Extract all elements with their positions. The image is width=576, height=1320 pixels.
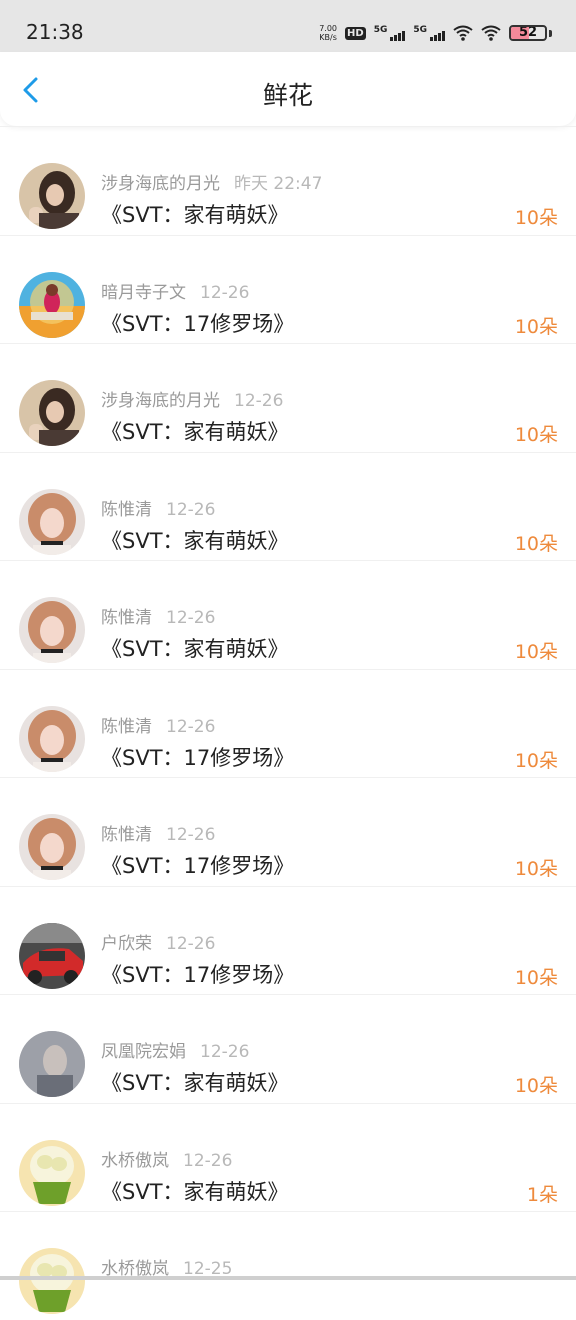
avatar[interactable] [19,1248,85,1314]
username: 陈惟清 12-26 [101,499,216,520]
flower-amount: 10朵 [514,749,558,772]
book-title: 《SVT：17修罗场》 [101,745,295,770]
username: 涉身海底的月光 12-26 [101,391,284,411]
status-icons: 7.00 KB/s HD 5G 5G 52 [319,22,552,44]
username: 户欣荣 12-26 [101,933,216,954]
date: 12-26 [166,933,216,954]
page-header: 鲜花 [0,52,576,126]
flower-amount: 10朵 [514,207,558,229]
date: 昨天 22:47 [234,174,323,194]
book-title: 《SVT：家有萌妖》 [101,637,289,661]
avatar[interactable] [19,488,85,555]
date: 12-26 [166,499,216,520]
avatar[interactable] [19,163,85,229]
book-title: 《SVT：家有萌妖》 [101,203,289,227]
avatar[interactable] [19,271,85,338]
avatar[interactable] [19,1139,85,1206]
flower-amount: 10朵 [514,966,558,989]
list-item[interactable]: 水桥傲岚 12-25 [0,1211,576,1320]
avatar[interactable] [19,814,85,880]
list-item[interactable]: 陈惟清 12-26 《SVT：17修罗场》 10朵 [0,777,576,886]
flower-amount: 10朵 [514,315,558,338]
signal-icon: 5G [374,25,406,41]
signal-label: 5G [373,25,388,35]
list-item[interactable]: 陈惟清 12-26 《SVT：17修罗场》 10朵 [0,668,576,778]
status-time: 21:38 [26,20,84,44]
list-item[interactable]: 陈惟清 12-26 《SVT：家有萌妖》 10朵 [0,560,576,669]
username: 陈惟清 12-26 [101,825,216,845]
flower-amount: 10朵 [514,858,558,880]
page-title: 鲜花 [262,81,313,110]
book-title: 《SVT：17修罗场》 [101,311,295,336]
list-item[interactable]: 暗月寺子文 12-26 《SVT：17修罗场》 10朵 [0,234,576,344]
flower-amount: 1朵 [526,1183,558,1206]
list-item[interactable]: 凤凰院宏娟 12-26 《SVT：家有萌妖》 10朵 [0,994,576,1103]
signal-icon: 5G [413,25,445,41]
network-speed: 7.00 KB/s [319,24,337,42]
username: 涉身海底的月光 昨天 22:47 [101,174,323,194]
book-title: 《SVT：家有萌妖》 [101,528,289,553]
date: 12-26 [200,282,250,303]
username: 陈惟清 12-26 [101,716,216,737]
username: 水桥傲岚 12-26 [101,1150,233,1171]
status-bar: 21:38 7.00 KB/s HD 5G 5G 52 [0,0,576,52]
book-title: 《SVT：家有萌妖》 [101,1071,289,1095]
flower-amount: 10朵 [514,424,558,446]
list-item[interactable]: 户欣荣 12-26 《SVT：17修罗场》 10朵 [0,885,576,995]
net-speed-value: 7.00 [319,24,338,33]
book-title: 《SVT：17修罗场》 [101,854,295,878]
book-title: 《SVT：家有萌妖》 [101,420,289,444]
net-speed-unit: KB/s [319,33,337,42]
list-item[interactable]: 陈惟清 12-26 《SVT：家有萌妖》 10朵 [0,451,576,561]
date: 12-26 [183,1150,233,1171]
avatar[interactable] [19,597,85,663]
avatar[interactable] [19,705,85,772]
flower-amount: 10朵 [514,1075,558,1097]
date: 12-26 [166,608,216,628]
bottom-indicator [0,1276,576,1280]
avatar[interactable] [19,922,85,989]
date: 12-26 [166,825,216,845]
list-item[interactable]: 涉身海底的月光 12-26 《SVT：家有萌妖》 10朵 [0,343,576,452]
flower-amount: 10朵 [514,641,558,663]
list-item[interactable]: 水桥傲岚 12-26 《SVT：家有萌妖》 1朵 [0,1102,576,1212]
date: 12-26 [200,1042,250,1062]
date: 12-26 [234,391,284,411]
date: 12-26 [166,716,216,737]
username: 凤凰院宏娟 12-26 [101,1042,250,1062]
avatar[interactable] [19,380,85,446]
wifi-icon [481,25,501,41]
battery-icon: 52 [509,25,547,41]
username: 暗月寺子文 12-26 [101,282,250,303]
username: 陈惟清 12-26 [101,608,216,628]
hd-icon: HD [345,26,366,40]
wifi-icon [453,25,473,41]
book-title: 《SVT：17修罗场》 [101,962,295,987]
list-item[interactable]: 涉身海底的月光 昨天 22:47 《SVT：家有萌妖》 10朵 [0,126,576,235]
book-title: 《SVT：家有萌妖》 [101,1179,289,1204]
flower-amount: 10朵 [514,532,558,555]
avatar[interactable] [19,1031,85,1097]
flower-list: 涉身海底的月光 昨天 22:47 《SVT：家有萌妖》 10朵 暗月寺子文 12-2… [0,126,576,1320]
signal-label: 5G [413,25,427,35]
battery-level: 52 [518,25,538,40]
